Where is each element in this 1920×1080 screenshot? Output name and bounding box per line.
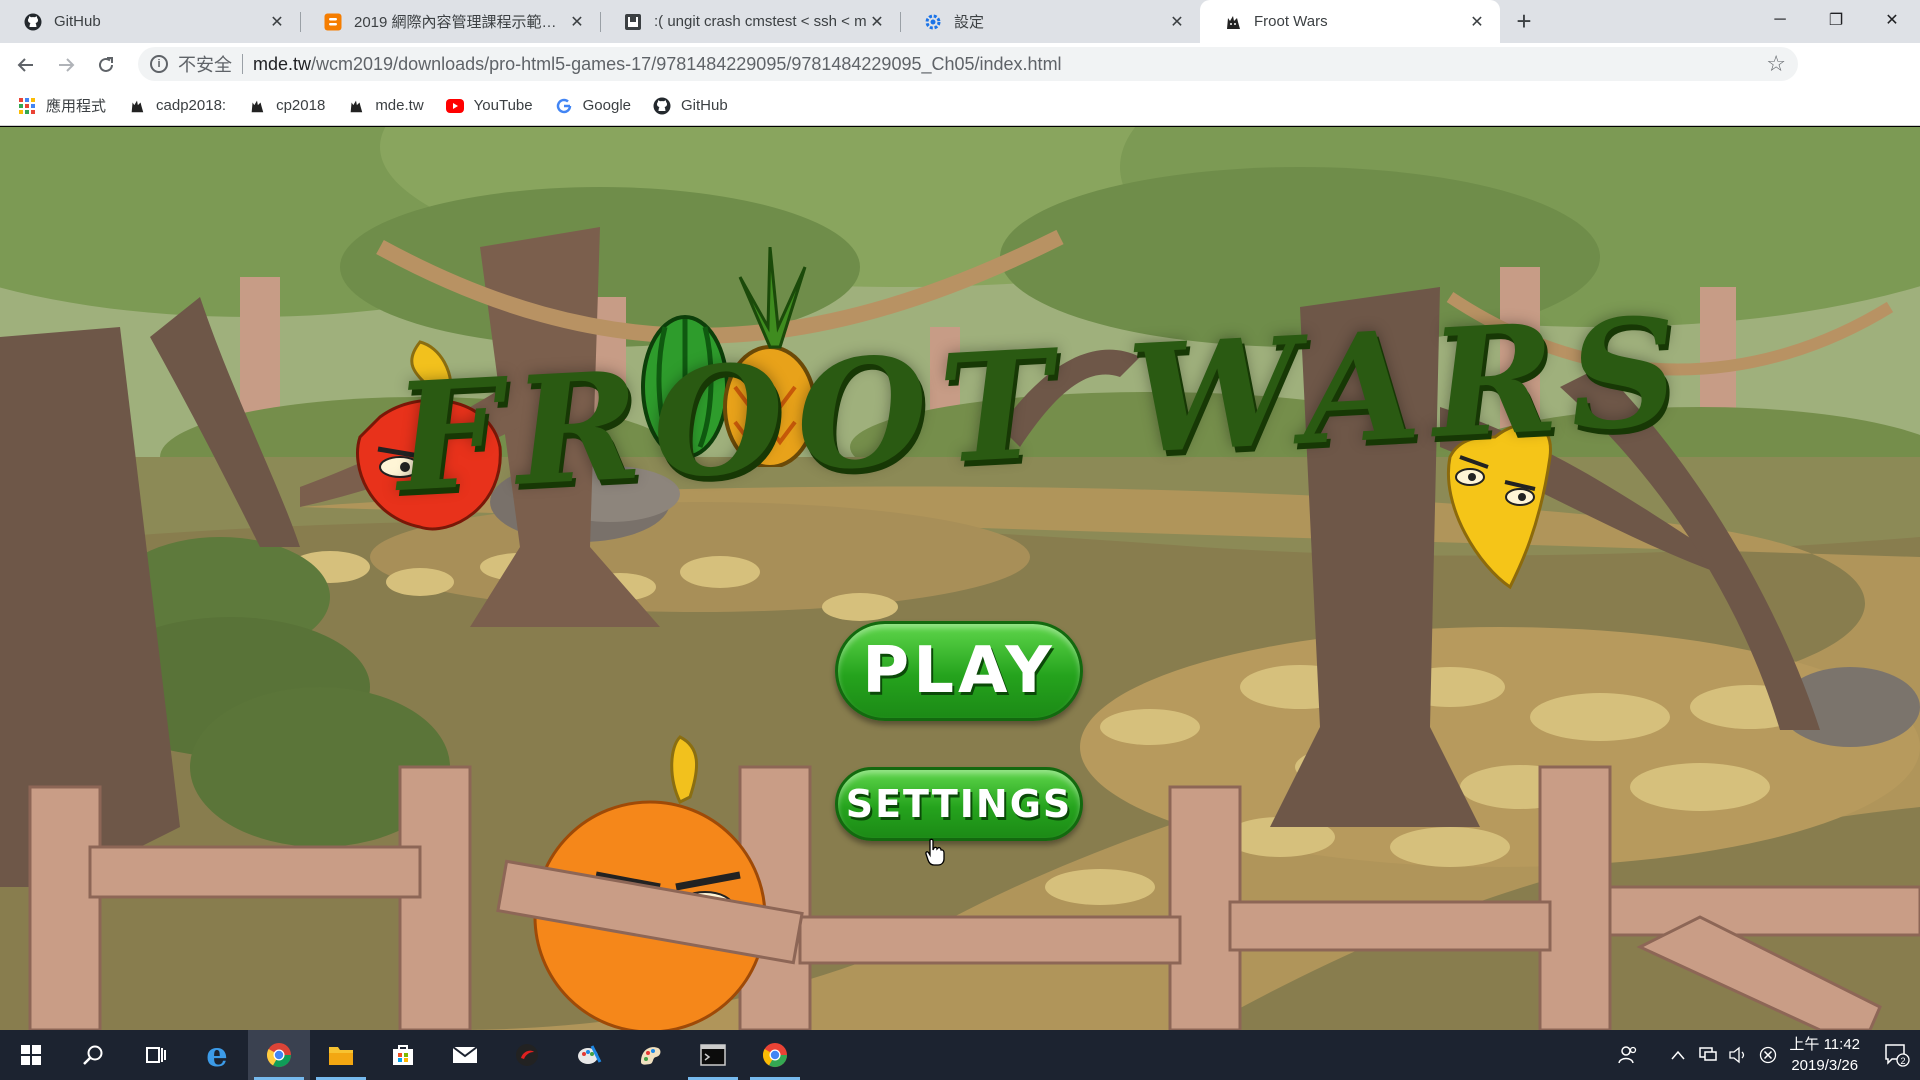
address-bar[interactable]: i 不安全 mde.tw/wcm2019/downloads/pro-html5… <box>138 47 1798 81</box>
tab-ungit[interactable]: :( ungit crash cmstest < ssh < m ✕ <box>600 0 900 43</box>
hand-cursor-icon <box>925 838 945 866</box>
bookmark-label: YouTube <box>473 97 533 114</box>
url-host: mde.tw <box>253 53 312 74</box>
close-tab-icon[interactable]: ✕ <box>868 13 886 31</box>
cat-icon <box>248 97 266 115</box>
bookmark-youtube[interactable]: YouTube <box>445 97 533 115</box>
tab-strip: GitHub ✕ 2019 網際內容管理課程示範網誌 ✕ :( ungit cr… <box>0 0 1920 43</box>
github-icon <box>653 97 671 115</box>
close-tab-icon[interactable]: ✕ <box>568 13 586 31</box>
bookmark-label: 應用程式 <box>46 98 107 115</box>
bookmark-cadp2018[interactable]: cadp2018: <box>128 97 226 115</box>
address-separator <box>242 54 243 74</box>
bookmark-apps[interactable]: 應用程式 <box>18 95 106 116</box>
reload-icon <box>99 56 113 72</box>
url-text[interactable]: mde.tw/wcm2019/downloads/pro-html5-games… <box>253 54 1062 75</box>
bookmark-cp2018[interactable]: cp2018 <box>248 97 325 115</box>
notification-center-icon[interactable]: 2 <box>1874 1043 1920 1067</box>
tab-blogger[interactable]: 2019 網際內容管理課程示範網誌 ✕ <box>300 0 600 43</box>
bookmark-label: cp2018 <box>276 97 326 114</box>
window-controls: ─ ❐ ✕ <box>1752 0 1920 40</box>
cat-icon <box>347 97 365 115</box>
restore-button[interactable]: ❐ <box>1808 0 1864 40</box>
cat-icon <box>128 97 146 115</box>
apps-icon <box>18 97 36 115</box>
blogger-icon <box>324 13 342 31</box>
edge-icon[interactable]: e <box>186 1030 248 1080</box>
chevron-up-icon[interactable] <box>1663 1050 1693 1060</box>
back-button[interactable] <box>6 45 46 85</box>
tab-title: 2019 網際內容管理課程示範網誌 <box>354 14 568 31</box>
windows-taskbar: e 上午 11:42 2019/3/26 2 <box>0 1030 1920 1080</box>
store-icon[interactable] <box>372 1030 434 1080</box>
paint3d-icon[interactable] <box>620 1030 682 1080</box>
people-icon[interactable] <box>1613 1045 1643 1065</box>
close-window-button[interactable]: ✕ <box>1864 0 1920 40</box>
close-tab-icon[interactable]: ✕ <box>1468 13 1486 31</box>
close-tab-icon[interactable]: ✕ <box>268 13 286 31</box>
windows-start-icon[interactable] <box>0 1030 62 1080</box>
settings-button[interactable]: SETTINGS <box>835 767 1083 841</box>
chrome-icon[interactable] <box>248 1030 310 1080</box>
clock-time: 上午 11:42 <box>1789 1036 1860 1053</box>
gear-icon <box>924 13 942 31</box>
notebook-icon <box>624 13 642 31</box>
minimize-button[interactable]: ─ <box>1752 0 1808 40</box>
new-tab-button[interactable]: + <box>1504 0 1544 43</box>
system-tray: 上午 11:42 2019/3/26 2 <box>1613 1030 1920 1080</box>
paint-icon[interactable] <box>558 1030 620 1080</box>
play-button[interactable]: PLAY <box>835 621 1083 721</box>
notification-count: 2 <box>1900 1056 1905 1066</box>
tab-froot-wars[interactable]: Froot Wars ✕ <box>1200 0 1500 43</box>
google-icon <box>555 97 573 115</box>
error-icon[interactable] <box>1753 1046 1783 1064</box>
security-label: 不安全 <box>178 55 232 75</box>
back-arrow-icon <box>17 57 33 72</box>
youtube-icon <box>445 97 464 115</box>
mail-icon[interactable] <box>434 1030 496 1080</box>
url-path: /wcm2019/downloads/pro-html5-games-17/97… <box>311 53 1062 74</box>
cat-icon <box>1224 13 1242 31</box>
bookmark-label: GitHub <box>681 97 728 114</box>
tab-title: :( ungit crash cmstest < ssh < m <box>654 13 867 30</box>
bookmark-label: mde.tw <box>375 97 424 114</box>
network-icon[interactable] <box>1693 1046 1723 1064</box>
terminal-icon[interactable] <box>682 1030 744 1080</box>
volume-icon[interactable] <box>1723 1046 1753 1064</box>
reload-button[interactable] <box>86 45 126 85</box>
search-icon[interactable] <box>62 1030 124 1080</box>
redapp-icon[interactable] <box>496 1030 558 1080</box>
tab-title: Froot Wars <box>1254 13 1328 30</box>
bookmarks-bar: 應用程式 cadp2018: cp2018 mde.tw YouTube Goo… <box>0 86 1920 126</box>
clock[interactable]: 上午 11:42 2019/3/26 <box>1789 1034 1860 1076</box>
tab-title: GitHub <box>54 13 101 30</box>
clock-date: 2019/3/26 <box>1791 1057 1859 1074</box>
game-canvas[interactable]: FROOT WARS PLAY SETTINGS <box>0 127 1920 1030</box>
bookmark-google[interactable]: Google <box>555 97 631 115</box>
file-explorer-icon[interactable] <box>310 1030 372 1080</box>
bookmark-star-icon[interactable]: ☆ <box>1766 51 1786 77</box>
close-tab-icon[interactable]: ✕ <box>1168 13 1186 31</box>
browser-toolbar: i 不安全 mde.tw/wcm2019/downloads/pro-html5… <box>0 43 1920 122</box>
chrome-canary-icon[interactable] <box>744 1030 806 1080</box>
forward-button[interactable] <box>46 45 86 85</box>
info-icon[interactable]: i <box>150 55 168 73</box>
tab-settings[interactable]: 設定 ✕ <box>900 0 1200 43</box>
github-icon <box>24 13 42 31</box>
task-view-icon[interactable] <box>124 1030 186 1080</box>
bookmark-github[interactable]: GitHub <box>653 97 728 115</box>
forward-arrow-icon <box>59 57 75 72</box>
tab-github[interactable]: GitHub ✕ <box>0 0 300 43</box>
bookmark-label: Google <box>582 97 631 114</box>
bookmark-label: cadp2018: <box>156 97 227 114</box>
bookmark-mde[interactable]: mde.tw <box>347 97 424 115</box>
game-logo: FROOT WARS <box>384 247 1700 526</box>
tab-title: 設定 <box>954 14 985 31</box>
